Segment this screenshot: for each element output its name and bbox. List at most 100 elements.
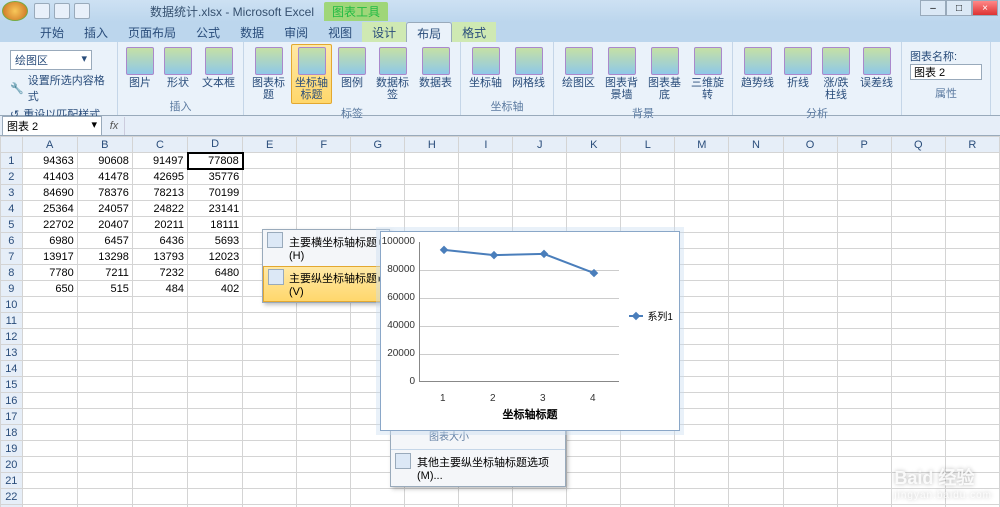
col-header[interactable]: L — [621, 137, 675, 153]
cell[interactable] — [891, 393, 945, 409]
ribbon-btn-误差线[interactable]: 误差线 — [856, 44, 897, 104]
cell[interactable] — [729, 425, 783, 441]
cell[interactable] — [459, 169, 513, 185]
ribbon-btn-图例[interactable]: 图例 — [334, 44, 370, 104]
cell[interactable] — [675, 361, 729, 377]
cell[interactable] — [297, 329, 351, 345]
qat-undo-icon[interactable] — [54, 3, 70, 19]
cell[interactable] — [675, 457, 729, 473]
cell[interactable]: 70199 — [188, 185, 243, 201]
row-header[interactable]: 22 — [1, 489, 23, 505]
cell[interactable] — [675, 441, 729, 457]
tab-页面布局[interactable]: 页面布局 — [118, 22, 186, 42]
cell[interactable]: 41478 — [77, 169, 132, 185]
cell[interactable] — [77, 489, 132, 505]
cell[interactable] — [837, 281, 891, 297]
cell[interactable] — [945, 393, 999, 409]
cell[interactable] — [297, 441, 351, 457]
cell[interactable] — [405, 185, 459, 201]
cell[interactable] — [188, 313, 243, 329]
close-button[interactable]: × — [972, 0, 998, 16]
cell[interactable] — [567, 441, 621, 457]
cell[interactable]: 515 — [77, 281, 132, 297]
cell[interactable] — [188, 457, 243, 473]
cell[interactable] — [729, 265, 783, 281]
cell[interactable]: 6480 — [188, 265, 243, 281]
cell[interactable] — [675, 217, 729, 233]
cell[interactable] — [891, 377, 945, 393]
cell[interactable] — [891, 313, 945, 329]
col-header[interactable]: B — [77, 137, 132, 153]
ribbon-btn-图表标题[interactable]: 图表标题 — [248, 44, 289, 104]
format-selection-button[interactable]: 🔧 设置所选内容格式 — [10, 72, 107, 104]
cell[interactable] — [22, 361, 77, 377]
cell[interactable] — [243, 361, 297, 377]
tab-公式[interactable]: 公式 — [186, 22, 230, 42]
ribbon-btn-图表基底[interactable]: 图表基底 — [644, 44, 685, 104]
cell[interactable] — [243, 393, 297, 409]
cell[interactable] — [837, 409, 891, 425]
cell[interactable] — [351, 153, 405, 169]
row-header[interactable]: 3 — [1, 185, 23, 201]
row-header[interactable]: 4 — [1, 201, 23, 217]
cell[interactable] — [567, 473, 621, 489]
row-header[interactable]: 10 — [1, 297, 23, 313]
cell[interactable] — [837, 297, 891, 313]
cell[interactable] — [783, 297, 837, 313]
row-header[interactable]: 13 — [1, 345, 23, 361]
cell[interactable] — [22, 329, 77, 345]
col-header[interactable]: K — [567, 137, 621, 153]
cell[interactable]: 7232 — [132, 265, 187, 281]
cell[interactable] — [22, 473, 77, 489]
cell[interactable] — [729, 185, 783, 201]
cell[interactable] — [945, 249, 999, 265]
cell[interactable] — [297, 153, 351, 169]
cell[interactable] — [22, 297, 77, 313]
ribbon-btn-折线[interactable]: 折线 — [780, 44, 816, 104]
cell[interactable] — [243, 345, 297, 361]
cell[interactable] — [783, 361, 837, 377]
cell[interactable] — [243, 489, 297, 505]
cell[interactable] — [945, 441, 999, 457]
ribbon-btn-三维旋转[interactable]: 三维旋转 — [687, 44, 728, 104]
cell[interactable] — [945, 153, 999, 169]
cell[interactable]: 5693 — [188, 233, 243, 249]
ribbon-btn-绘图区[interactable]: 绘图区 — [558, 44, 599, 104]
cell[interactable] — [77, 457, 132, 473]
row-header[interactable]: 7 — [1, 249, 23, 265]
cell[interactable] — [675, 425, 729, 441]
cell[interactable] — [188, 393, 243, 409]
cell[interactable] — [77, 313, 132, 329]
cell[interactable] — [837, 249, 891, 265]
cell[interactable] — [837, 329, 891, 345]
cell[interactable] — [351, 185, 405, 201]
cell[interactable]: 41403 — [22, 169, 77, 185]
cell[interactable] — [675, 249, 729, 265]
ribbon-btn-网格线[interactable]: 网格线 — [508, 44, 549, 97]
row-header[interactable]: 1 — [1, 153, 23, 169]
cell[interactable] — [351, 169, 405, 185]
cell[interactable] — [945, 201, 999, 217]
cell[interactable]: 77808 — [188, 153, 243, 169]
col-header[interactable]: F — [297, 137, 351, 153]
cell[interactable] — [567, 489, 621, 505]
cell[interactable] — [837, 185, 891, 201]
row-header[interactable]: 12 — [1, 329, 23, 345]
cell[interactable] — [513, 169, 567, 185]
cell[interactable] — [132, 489, 187, 505]
cell[interactable]: 402 — [188, 281, 243, 297]
cell[interactable] — [22, 425, 77, 441]
cell[interactable]: 90608 — [77, 153, 132, 169]
col-header[interactable]: N — [729, 137, 783, 153]
cell[interactable] — [783, 169, 837, 185]
cell[interactable] — [945, 361, 999, 377]
cell[interactable] — [77, 409, 132, 425]
cell[interactable] — [77, 329, 132, 345]
cell[interactable] — [132, 425, 187, 441]
cell[interactable] — [567, 153, 621, 169]
cell[interactable]: 18111 — [188, 217, 243, 233]
cell[interactable] — [188, 361, 243, 377]
cell[interactable]: 13298 — [77, 249, 132, 265]
ribbon-btn-趋势线[interactable]: 趋势线 — [737, 44, 778, 104]
cell[interactable]: 6980 — [22, 233, 77, 249]
